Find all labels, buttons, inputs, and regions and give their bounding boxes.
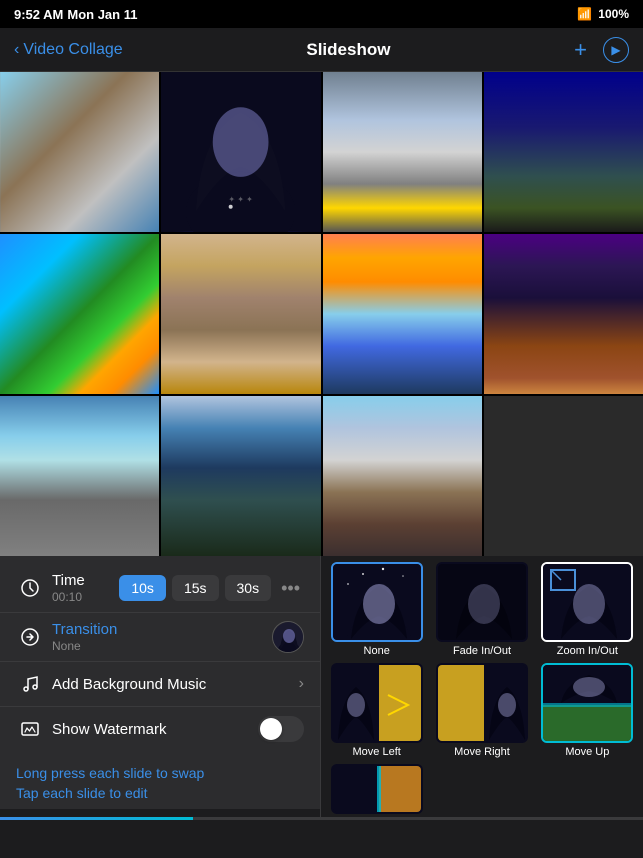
photo-3[interactable] (323, 72, 482, 232)
transition-thumb-extra1 (331, 764, 423, 814)
music-icon (16, 670, 44, 698)
transition-move-up[interactable]: Move Up (536, 661, 639, 760)
watermark-label-group: Show Watermark (52, 721, 258, 738)
watermark-control-row: Show Watermark (0, 706, 320, 751)
watermark-label: Show Watermark (52, 721, 258, 738)
photo-7[interactable] (323, 234, 482, 394)
transition-thumb-zoom (541, 562, 633, 642)
date-display: Mon Jan 11 (67, 7, 137, 22)
controls-panel: Time 00:10 10s 15s 30s ••• (0, 556, 320, 759)
nav-title: Slideshow (306, 40, 390, 60)
photo-2[interactable]: ✦ ✦ ✦ (161, 72, 320, 232)
status-icons: 📶 100% (577, 7, 629, 21)
transition-thumb-fade (436, 562, 528, 642)
transition-fade[interactable]: Fade In/Out (430, 560, 533, 659)
photo-5[interactable] (0, 234, 159, 394)
back-button[interactable]: ‹ Video Collage (14, 41, 123, 59)
transition-thumb-move-right (436, 663, 528, 743)
controls-area: Time 00:10 10s 15s 30s ••• (0, 556, 320, 820)
music-label: Add Background Music (52, 676, 299, 693)
bottom-section: Time 00:10 10s 15s 30s ••• (0, 556, 643, 820)
transition-thumb-move-left (331, 663, 423, 743)
transition-move-left[interactable]: Move Left (325, 661, 428, 760)
time-control-row: Time 00:10 10s 15s 30s ••• (0, 564, 320, 612)
toggle-knob (260, 718, 282, 740)
music-control-row[interactable]: Add Background Music › (0, 661, 320, 706)
time-display: 9:52 AM (14, 7, 63, 22)
transition-move-right[interactable]: Move Right (430, 661, 533, 760)
transition-label-none: None (364, 645, 390, 657)
transition-zoom[interactable]: Zoom In/Out (536, 560, 639, 659)
music-label-group: Add Background Music (52, 676, 299, 693)
progress-fill (0, 817, 193, 820)
wifi-icon: 📶 (577, 7, 592, 21)
time-buttons: 10s 15s 30s ••• (119, 575, 304, 601)
photo-8[interactable] (484, 234, 643, 394)
back-label: Video Collage (23, 41, 122, 59)
add-button[interactable]: + (574, 37, 587, 63)
transition-label-fade: Fade In/Out (453, 645, 511, 657)
transition-label-move-up: Move Up (565, 746, 609, 758)
transition-none[interactable]: None (325, 560, 428, 659)
time-icon (16, 574, 44, 602)
photo-11[interactable] (323, 396, 482, 556)
time-btn-30s[interactable]: 30s (225, 575, 272, 601)
time-btn-15s[interactable]: 15s (172, 575, 219, 601)
battery-display: 100% (598, 7, 629, 21)
photo-6[interactable] (161, 234, 320, 394)
nav-actions: + ▶ (574, 37, 629, 63)
transition-label: Transition (52, 621, 272, 638)
back-chevron-icon: ‹ (14, 41, 19, 59)
status-time: 9:52 AM Mon Jan 11 (14, 7, 137, 22)
watermark-icon (16, 715, 44, 743)
transition-thumb-move-up (541, 663, 633, 743)
transition-grid: None Fade In/Out (321, 556, 643, 820)
photo-10[interactable] (161, 396, 320, 556)
watermark-toggle[interactable] (258, 716, 304, 742)
time-label-group: Time 00:10 (52, 572, 119, 604)
transition-label-move-right: Move Right (454, 746, 510, 758)
transition-label-group: Transition None (52, 621, 272, 653)
photo-9[interactable] (0, 396, 159, 556)
play-button[interactable]: ▶ (603, 37, 629, 63)
transition-item-extra1[interactable] (325, 762, 428, 816)
transition-thumb-none (331, 562, 423, 642)
music-chevron-icon: › (299, 675, 304, 693)
svg-text:✦ ✦ ✦: ✦ ✦ ✦ (229, 195, 254, 204)
time-label: Time (52, 572, 119, 589)
transition-icon (16, 623, 44, 651)
photo-grid: ✦ ✦ ✦ (0, 72, 643, 556)
transition-avatar (272, 621, 304, 653)
time-btn-10s[interactable]: 10s (119, 575, 166, 601)
progress-bar (0, 817, 643, 820)
status-bar: 9:52 AM Mon Jan 11 📶 100% (0, 0, 643, 28)
photo-empty (484, 396, 643, 556)
transition-sublabel: None (52, 639, 272, 653)
photo-4[interactable] (484, 72, 643, 232)
transition-control-row[interactable]: Transition None (0, 612, 320, 661)
edit-link[interactable]: Tap each slide to edit (16, 785, 304, 801)
swap-link[interactable]: Long press each slide to swap (16, 765, 304, 781)
bottom-links: Long press each slide to swap Tap each s… (0, 759, 320, 809)
nav-bar: ‹ Video Collage Slideshow + ▶ (0, 28, 643, 72)
transition-panel: None Fade In/Out (320, 556, 643, 820)
time-btn-more[interactable]: ••• (277, 578, 304, 599)
transition-label-zoom: Zoom In/Out (557, 645, 618, 657)
transition-label-move-left: Move Left (353, 746, 401, 758)
photo-1[interactable] (0, 72, 159, 232)
time-sublabel: 00:10 (52, 590, 119, 604)
